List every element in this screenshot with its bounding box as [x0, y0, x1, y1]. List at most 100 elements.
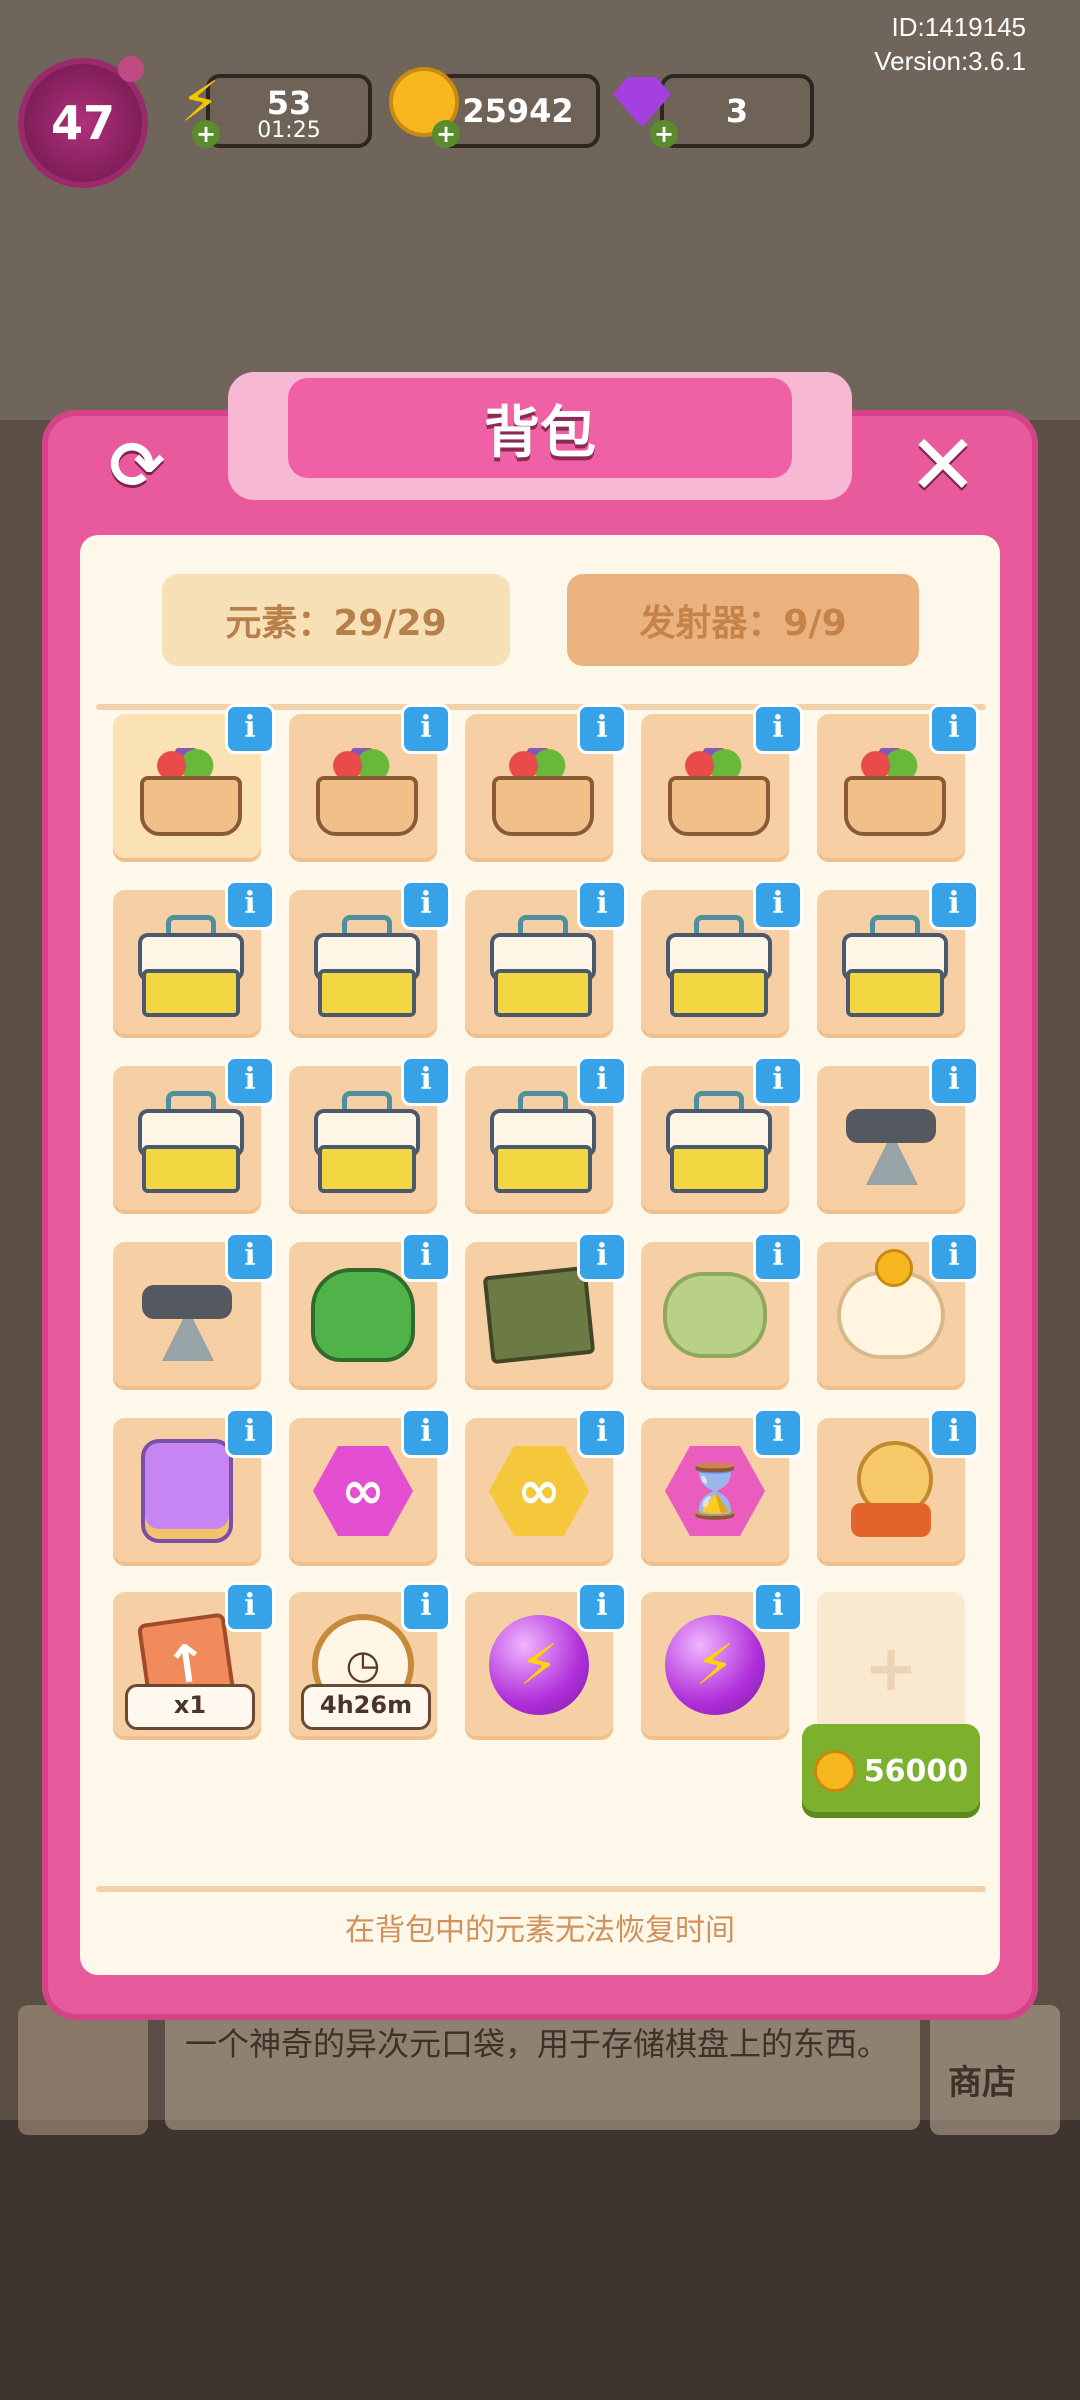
first-aid-box-icon: [308, 1089, 420, 1193]
close-button[interactable]: ✕: [898, 416, 988, 514]
inventory-slot-plasma-ball[interactable]: i: [817, 1408, 979, 1566]
close-icon: ✕: [907, 416, 979, 514]
info-icon[interactable]: i: [401, 704, 451, 754]
inventory-slot-first-aid-box[interactable]: i: [113, 880, 275, 1038]
gold-infinity-icon: ∞: [489, 1446, 589, 1536]
refresh-button[interactable]: ⟳: [92, 420, 182, 510]
info-icon[interactable]: i: [401, 1232, 451, 1282]
info-icon[interactable]: i: [577, 1232, 627, 1282]
add-energy-button[interactable]: +: [192, 120, 220, 148]
salad-basket-icon: [660, 742, 770, 836]
info-icon[interactable]: i: [929, 1232, 979, 1282]
info-icon[interactable]: i: [225, 704, 275, 754]
background-left-button: [18, 2005, 148, 2135]
buy-slot-button[interactable]: 56000: [802, 1724, 980, 1818]
inventory-slot-sheep-coin-plush[interactable]: i: [817, 1232, 979, 1390]
item-badge: 4h26m: [301, 1684, 431, 1730]
inventory-slot-salad-basket[interactable]: i: [465, 704, 627, 862]
info-icon[interactable]: i: [929, 1408, 979, 1458]
info-icon[interactable]: i: [753, 1408, 803, 1458]
inventory-slot-dumbbell-rack[interactable]: i: [113, 1232, 275, 1390]
dino-toy-icon: [311, 1268, 415, 1362]
first-aid-box-icon: [836, 913, 948, 1017]
inventory-slot-energy-orb[interactable]: ⚡ i: [641, 1582, 803, 1740]
inventory-slot-first-aid-box[interactable]: i: [641, 1056, 803, 1214]
inventory-slot-first-aid-box[interactable]: i: [289, 880, 451, 1038]
info-icon[interactable]: i: [577, 704, 627, 754]
info-icon[interactable]: i: [929, 704, 979, 754]
inventory-slot-pink-infinity-hex[interactable]: ∞ i: [289, 1408, 451, 1566]
hourglass-icon: ⌛: [665, 1446, 765, 1536]
info-icon[interactable]: i: [225, 1232, 275, 1282]
salad-basket-icon: [308, 742, 418, 836]
inventory-slot-upgrade-card[interactable]: ↑ i x1: [113, 1582, 275, 1740]
info-icon[interactable]: i: [577, 880, 627, 930]
version-label: Version:3.6.1: [874, 46, 1026, 76]
add-gems-button[interactable]: +: [650, 120, 678, 148]
inventory-slot-dumbbell-rack[interactable]: i: [817, 1056, 979, 1214]
info-icon[interactable]: i: [577, 1582, 627, 1632]
inventory-slot-salad-basket[interactable]: i: [289, 704, 451, 862]
plasma-ball-icon: [851, 1441, 933, 1541]
info-icon[interactable]: i: [753, 704, 803, 754]
frog-cushion-icon: [663, 1272, 767, 1358]
first-aid-box-icon: [132, 913, 244, 1017]
inventory-slot-first-aid-box[interactable]: i: [113, 1056, 275, 1214]
gems-value: 3: [725, 92, 749, 130]
inventory-slot-salad-basket[interactable]: i: [641, 704, 803, 862]
build-info: ID:1419145 Version:3.6.1: [874, 10, 1026, 78]
info-icon[interactable]: i: [753, 1056, 803, 1106]
player-id: ID:1419145: [891, 12, 1026, 42]
add-coins-button[interactable]: +: [432, 120, 460, 148]
info-icon[interactable]: i: [577, 1408, 627, 1458]
info-icon[interactable]: i: [753, 1582, 803, 1632]
coin-icon: [813, 1750, 856, 1792]
panel-title: 背包: [288, 378, 792, 478]
energy-orb-icon: ⚡: [489, 1615, 589, 1715]
launchers-counter: 发射器：9/9: [567, 574, 919, 666]
locked-slot[interactable]: +: [817, 1592, 965, 1740]
background-shop-label: 商店: [948, 2063, 1016, 2103]
inventory-slot-first-aid-box[interactable]: i: [641, 880, 803, 1038]
inventory-slot-frog-cushion[interactable]: i: [641, 1232, 803, 1390]
info-icon[interactable]: i: [401, 1056, 451, 1106]
info-icon[interactable]: i: [577, 1056, 627, 1106]
inventory-slot-first-aid-box[interactable]: i: [289, 1056, 451, 1214]
info-icon[interactable]: i: [401, 1582, 451, 1632]
inventory-slot-gem-jar[interactable]: i: [113, 1408, 275, 1566]
first-aid-box-icon: [660, 1089, 772, 1193]
footer-note: 在背包中的元素无法恢复时间: [345, 1913, 735, 1948]
info-icon[interactable]: i: [753, 1232, 803, 1282]
pink-infinity-icon: ∞: [313, 1446, 413, 1536]
gems-counter[interactable]: 3: [660, 74, 814, 148]
level-value: 47: [50, 96, 115, 150]
first-aid-box-icon: [308, 913, 420, 1017]
salad-basket-icon: [484, 742, 594, 836]
info-icon[interactable]: i: [225, 1582, 275, 1632]
info-icon[interactable]: i: [225, 880, 275, 930]
info-icon[interactable]: i: [225, 1408, 275, 1458]
info-icon[interactable]: i: [401, 1408, 451, 1458]
info-icon[interactable]: i: [929, 1056, 979, 1106]
item-badge: x1: [125, 1684, 255, 1730]
info-icon[interactable]: i: [401, 880, 451, 930]
inventory-slot-stopwatch[interactable]: ◷ i 4h26m: [289, 1582, 451, 1740]
first-aid-box-icon: [132, 1089, 244, 1193]
inventory-slot-gold-infinity-hex[interactable]: ∞ i: [465, 1408, 627, 1566]
inventory-slot-salad-basket[interactable]: i: [817, 704, 979, 862]
background-description-text: 一个神奇的异次元口袋，用于存储棋盘上的东西。: [185, 2025, 890, 2063]
inventory-slot-first-aid-box[interactable]: i: [465, 880, 627, 1038]
inventory-slot-first-aid-box[interactable]: i: [465, 1056, 627, 1214]
plus-icon: +: [864, 1632, 918, 1706]
info-icon[interactable]: i: [929, 880, 979, 930]
inventory-slot-dino-toy[interactable]: i: [289, 1232, 451, 1390]
inventory-slot-hourglass-hex[interactable]: ⌛ i: [641, 1408, 803, 1566]
info-icon[interactable]: i: [753, 880, 803, 930]
inventory-slot-salad-basket[interactable]: i: [113, 704, 275, 862]
dumbbell-icon: [836, 1089, 946, 1189]
info-icon[interactable]: i: [225, 1056, 275, 1106]
inventory-slot-first-aid-box[interactable]: i: [817, 880, 979, 1038]
elements-counter: 元素：29/29: [162, 574, 510, 666]
inventory-slot-energy-orb[interactable]: ⚡ i: [465, 1582, 627, 1740]
inventory-slot-folded-cloth[interactable]: i: [465, 1232, 627, 1390]
